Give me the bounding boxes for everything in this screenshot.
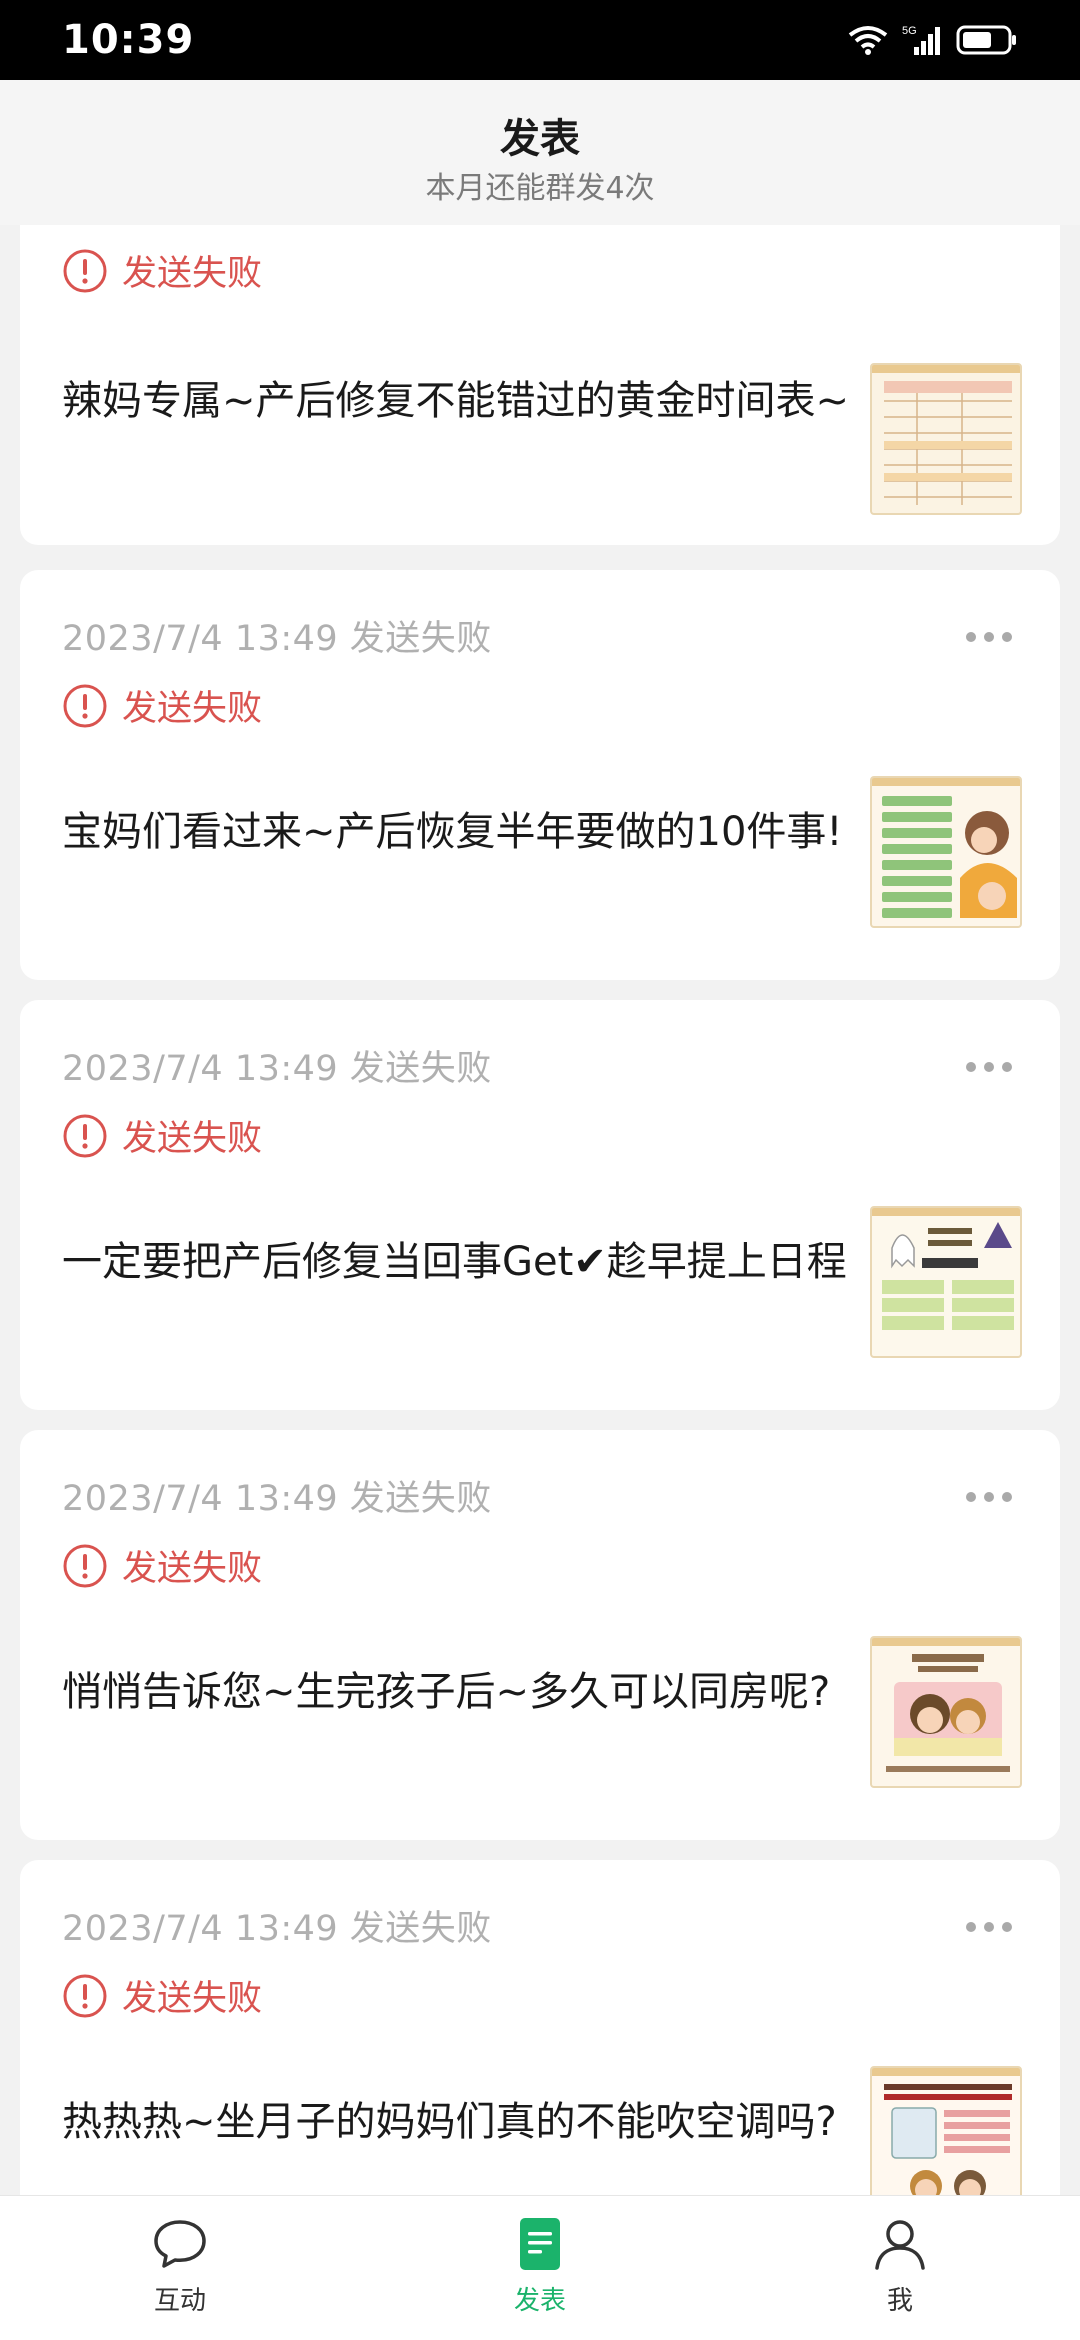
send-failed-label: 发送失败 (122, 1979, 263, 2019)
tab-me[interactable]: 我 (800, 2196, 1000, 2340)
page-header: 发表 本月还能群发4次 (0, 80, 1080, 225)
send-failed-row: 发送失败 (62, 1540, 262, 1591)
post-list[interactable]: 发送失败 辣妈专属~产后修复不能错过的黄金时间表~ 2023/7/4 13:49… (0, 225, 1080, 2195)
error-icon (63, 1974, 107, 2017)
more-options-icon[interactable] (964, 1920, 1014, 1934)
person-icon (875, 2220, 925, 2270)
post-card[interactable]: 2023/7/4 13:49 发送失败 发送失败 一定要把产后修复当回事Get✔… (20, 1000, 1060, 1410)
checklist-mother-thumbnail[interactable] (870, 776, 1022, 928)
post-card[interactable]: 发送失败 辣妈专属~产后修复不能错过的黄金时间表~ (20, 225, 1060, 545)
tab-publish[interactable]: 发表 (440, 2196, 640, 2340)
send-failed-row: 发送失败 (62, 1110, 262, 1161)
more-options-icon[interactable] (964, 1060, 1014, 1074)
chat-bubble-icon (154, 2220, 206, 2268)
error-icon (63, 684, 107, 727)
tab-interaction[interactable]: 互动 (80, 2196, 280, 2340)
post-title[interactable]: 悄悄告诉您~生完孩子后~多久可以同房呢? (62, 1666, 852, 1718)
more-options-icon[interactable] (964, 630, 1014, 644)
schedule-table-thumbnail[interactable] (870, 363, 1022, 515)
post-title[interactable]: 热热热~坐月子的妈妈们真的不能吹空调吗? (62, 2096, 852, 2148)
post-timestamp: 2023/7/4 13:49 发送失败 (62, 1909, 492, 1949)
error-icon (63, 1114, 107, 1157)
status-time: 10:39 (62, 17, 195, 63)
post-timestamp: 2023/7/4 13:49 发送失败 (62, 1479, 492, 1519)
tab-me-label: 我 (886, 2286, 913, 2316)
bottom-tab-bar: 互动 发表 我 (0, 2195, 1080, 2340)
post-title[interactable]: 一定要把产后修复当回事Get✔趁早提上日程 (62, 1236, 852, 1288)
send-failed-label: 发送失败 (122, 1549, 263, 1589)
send-failed-label: 发送失败 (122, 1119, 263, 1159)
post-card[interactable]: 2023/7/4 13:49 发送失败 发送失败 热热热~坐月子的妈妈们真的不能… (20, 1860, 1060, 2195)
error-icon (63, 1544, 107, 1587)
send-failed-label: 发送失败 (122, 689, 263, 729)
post-title[interactable]: 辣妈专属~产后修复不能错过的黄金时间表~ (62, 375, 852, 427)
cellular-signal-icon: 5G (902, 25, 940, 55)
more-options-icon[interactable] (964, 1490, 1014, 1504)
page-title: 发表 (500, 116, 580, 162)
send-failed-row: 发送失败 (62, 245, 262, 296)
post-timestamp: 2023/7/4 13:49 发送失败 (62, 1049, 492, 1089)
tab-publish-label: 发表 (513, 2286, 566, 2316)
send-failed-row: 发送失败 (62, 1970, 262, 2021)
post-card[interactable]: 2023/7/4 13:49 发送失败 发送失败 悄悄告诉您~生完孩子后~多久可… (20, 1430, 1060, 1840)
document-icon (520, 2218, 560, 2270)
status-icons: 5G (848, 23, 1018, 57)
network-type-label: 5G (902, 25, 917, 37)
post-card[interactable]: 2023/7/4 13:49 发送失败 发送失败 宝妈们看过来~产后恢复半年要做… (20, 570, 1060, 980)
error-icon (63, 249, 107, 292)
post-timestamp: 2023/7/4 13:49 发送失败 (62, 619, 492, 659)
tab-interaction-label: 互动 (153, 2286, 206, 2316)
ghost-checklist-thumbnail[interactable] (870, 1206, 1022, 1358)
send-failed-label: 发送失败 (122, 254, 263, 294)
post-title[interactable]: 宝妈们看过来~产后恢复半年要做的10件事! (62, 806, 852, 858)
wifi-icon (848, 26, 888, 55)
battery-icon (956, 25, 1016, 55)
send-failed-row: 发送失败 (62, 680, 262, 731)
air-conditioner-thumbnail[interactable] (870, 2066, 1022, 2195)
remaining-sends-subtitle: 本月还能群发4次 (425, 171, 655, 206)
status-bar: 10:39 5G (0, 0, 1080, 80)
couple-illustration-thumbnail[interactable] (870, 1636, 1022, 1788)
